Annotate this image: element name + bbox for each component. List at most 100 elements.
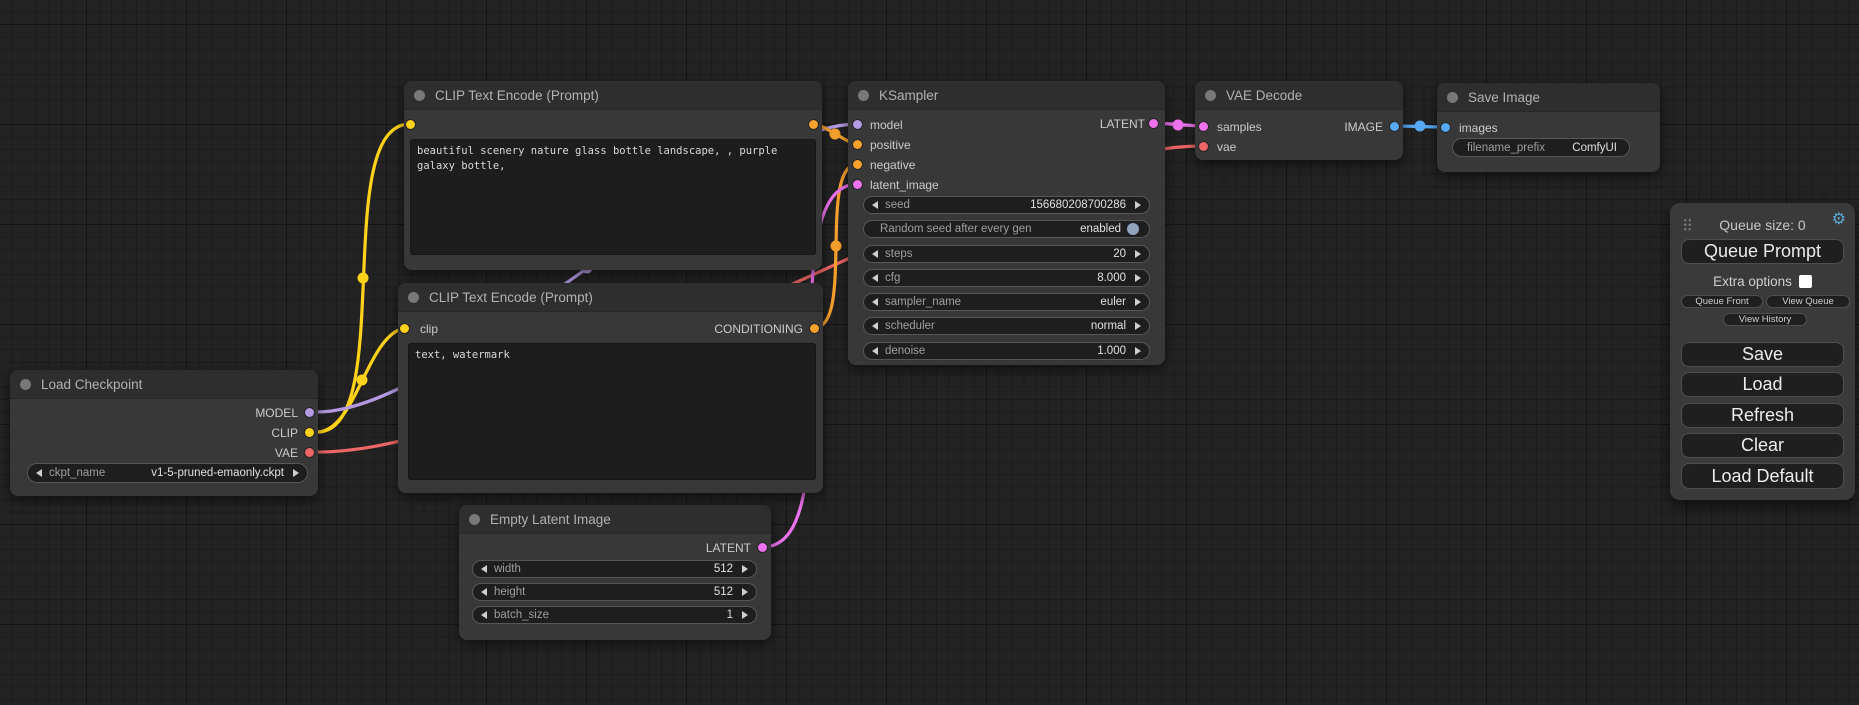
positive-prompt-textarea[interactable]: beautiful scenery nature glass bottle la… [410, 139, 816, 255]
increment-arrow-icon[interactable] [1135, 250, 1141, 258]
view-queue-button[interactable]: View Queue [1766, 295, 1850, 308]
increment-arrow-icon[interactable] [742, 565, 748, 573]
height-widget[interactable]: height 512 [472, 583, 757, 601]
widget-label: ckpt_name [49, 467, 105, 479]
queue-prompt-button[interactable]: Queue Prompt [1681, 239, 1844, 264]
load-default-button[interactable]: Load Default [1681, 463, 1844, 489]
view-history-button[interactable]: View History [1723, 313, 1807, 326]
node-load-checkpoint[interactable]: Load Checkpoint MODEL CLIP VAE ckpt_name… [10, 370, 318, 496]
decrement-arrow-icon[interactable] [36, 469, 42, 477]
node-titlebar[interactable]: KSampler [848, 81, 1165, 110]
increment-arrow-icon[interactable] [1135, 298, 1141, 306]
widget-label: width [494, 563, 521, 575]
node-titlebar[interactable]: CLIP Text Encode (Prompt) [404, 81, 822, 110]
model-output-port[interactable] [305, 408, 314, 417]
node-empty-latent-image[interactable]: Empty Latent Image LATENT width 512 heig… [459, 505, 771, 640]
toggle-dot-icon[interactable] [1127, 223, 1139, 235]
positive-input-label: positive [870, 138, 911, 152]
batch-size-widget[interactable]: batch_size 1 [472, 606, 757, 624]
clip-input-port[interactable] [406, 120, 415, 129]
wire-clip-to-negative-prompt [317, 328, 408, 432]
node-clip-text-encode-positive[interactable]: CLIP Text Encode (Prompt) clip CONDITION… [404, 81, 822, 270]
node-titlebar[interactable]: Empty Latent Image [459, 505, 771, 534]
node-title: CLIP Text Encode (Prompt) [435, 88, 599, 103]
negative-prompt-textarea[interactable]: text, watermark [408, 343, 816, 480]
load-button[interactable]: Load [1681, 372, 1844, 397]
node-titlebar[interactable]: VAE Decode [1195, 81, 1403, 110]
increment-arrow-icon[interactable] [1135, 347, 1141, 355]
clip-output-label: CLIP [271, 426, 298, 440]
latent-image-input-port[interactable] [853, 180, 862, 189]
comfyui-canvas[interactable]: { "colors":{ "clip":"#ffd21a", "model":"… [0, 0, 1859, 705]
node-clip-text-encode-negative[interactable]: CLIP Text Encode (Prompt) clip CONDITION… [398, 283, 823, 493]
images-input-port[interactable] [1441, 123, 1450, 132]
steps-widget[interactable]: steps 20 [863, 245, 1150, 263]
collapse-dot-icon[interactable] [1205, 90, 1216, 101]
clip-input-port[interactable] [400, 324, 409, 333]
queue-size-label: Queue size: 0 [1670, 217, 1855, 233]
negative-input-port[interactable] [853, 160, 862, 169]
vae-output-port[interactable] [305, 448, 314, 457]
decrement-arrow-icon[interactable] [872, 322, 878, 330]
decrement-arrow-icon[interactable] [872, 347, 878, 355]
decrement-arrow-icon[interactable] [872, 298, 878, 306]
conditioning-output-port[interactable] [809, 120, 818, 129]
node-titlebar[interactable]: CLIP Text Encode (Prompt) [398, 283, 823, 312]
denoise-widget[interactable]: denoise 1.000 [863, 342, 1150, 360]
sampler-name-widget[interactable]: sampler_name euler [863, 293, 1150, 311]
increment-arrow-icon[interactable] [742, 611, 748, 619]
clip-output-port[interactable] [305, 428, 314, 437]
widget-label: sampler_name [885, 296, 961, 308]
collapse-dot-icon[interactable] [408, 292, 419, 303]
cfg-widget[interactable]: cfg 8.000 [863, 269, 1150, 287]
vae-input-port[interactable] [1199, 142, 1208, 151]
increment-arrow-icon[interactable] [293, 469, 299, 477]
width-widget[interactable]: width 512 [472, 560, 757, 578]
increment-arrow-icon[interactable] [1135, 322, 1141, 330]
increment-arrow-icon[interactable] [742, 588, 748, 596]
scheduler-widget[interactable]: scheduler normal [863, 317, 1150, 335]
random-seed-toggle-widget[interactable]: Random seed after every gen enabled [863, 220, 1150, 238]
decrement-arrow-icon[interactable] [481, 565, 487, 573]
extra-options-checkbox[interactable] [1799, 275, 1812, 288]
node-save-image[interactable]: Save Image images filename_prefix ComfyU… [1437, 83, 1660, 172]
queue-front-button[interactable]: Queue Front [1681, 295, 1763, 308]
save-button[interactable]: Save [1681, 342, 1844, 367]
node-titlebar[interactable]: Save Image [1437, 83, 1660, 112]
link-midpoint-dot [357, 375, 368, 386]
latent-output-port[interactable] [1149, 119, 1158, 128]
collapse-dot-icon[interactable] [414, 90, 425, 101]
increment-arrow-icon[interactable] [1135, 201, 1141, 209]
collapse-dot-icon[interactable] [469, 514, 480, 525]
decrement-arrow-icon[interactable] [872, 250, 878, 258]
widget-label: scheduler [885, 320, 935, 332]
samples-input-port[interactable] [1199, 122, 1208, 131]
node-titlebar[interactable]: Load Checkpoint [10, 370, 318, 399]
widget-label: steps [885, 248, 913, 260]
image-output-port[interactable] [1390, 122, 1399, 131]
positive-input-port[interactable] [853, 140, 862, 149]
conditioning-output-port[interactable] [810, 324, 819, 333]
link-midpoint-dot [358, 273, 369, 284]
increment-arrow-icon[interactable] [1135, 274, 1141, 282]
latent-output-port[interactable] [758, 543, 767, 552]
node-vae-decode[interactable]: VAE Decode samples IMAGE vae [1195, 81, 1403, 160]
collapse-dot-icon[interactable] [20, 379, 31, 390]
refresh-button[interactable]: Refresh [1681, 403, 1844, 428]
settings-gear-icon[interactable]: ⚙ [1832, 212, 1846, 228]
decrement-arrow-icon[interactable] [872, 274, 878, 282]
widget-value: 512 [714, 563, 733, 575]
node-title: Save Image [1468, 90, 1540, 105]
filename-prefix-widget[interactable]: filename_prefix ComfyUI [1452, 138, 1630, 157]
decrement-arrow-icon[interactable] [481, 588, 487, 596]
ckpt-name-widget[interactable]: ckpt_name v1-5-pruned-emaonly.ckpt [27, 463, 308, 483]
decrement-arrow-icon[interactable] [481, 611, 487, 619]
collapse-dot-icon[interactable] [858, 90, 869, 101]
seed-widget[interactable]: seed 156680208700286 [863, 196, 1150, 214]
decrement-arrow-icon[interactable] [872, 201, 878, 209]
model-input-port[interactable] [853, 120, 862, 129]
node-ksampler[interactable]: KSampler model LATENT positive negative … [848, 81, 1165, 365]
clear-button[interactable]: Clear [1681, 433, 1844, 458]
widget-value: 1 [727, 609, 733, 621]
collapse-dot-icon[interactable] [1447, 92, 1458, 103]
